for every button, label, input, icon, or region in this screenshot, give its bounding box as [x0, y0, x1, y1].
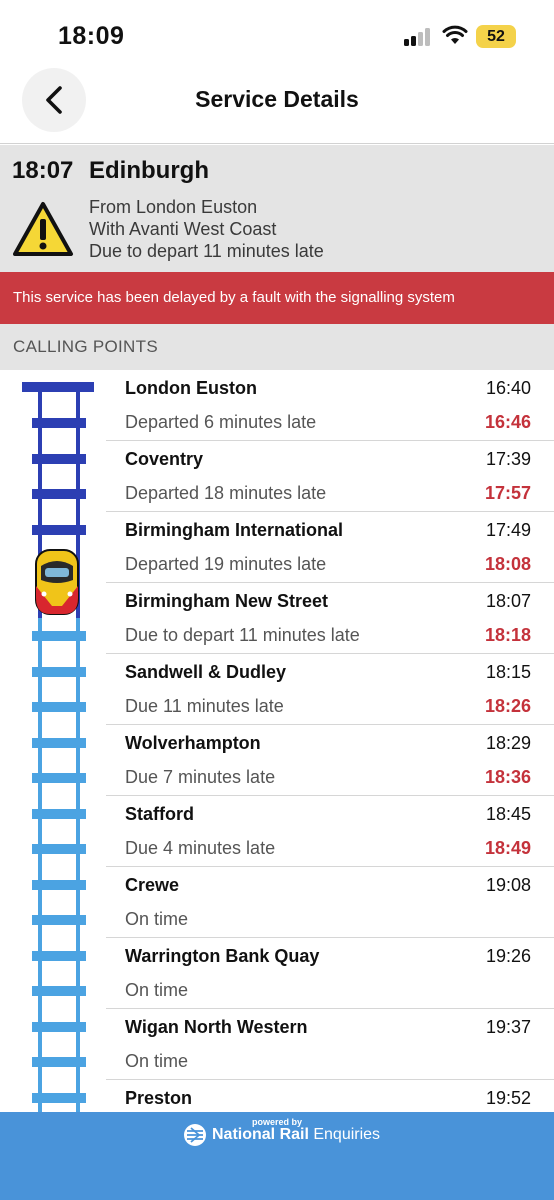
- brand-bold: National Rail: [212, 1126, 309, 1143]
- running-status: Departed 19 minutes late: [125, 554, 327, 574]
- calling-point-row[interactable]: Wigan North Western 19:37 On time: [106, 1009, 554, 1080]
- track-sleeper: [32, 702, 86, 712]
- scheduled-time: 19:37: [485, 1017, 531, 1037]
- disruption-alert: This service has been delayed by a fault…: [0, 272, 554, 324]
- track-sleeper: [32, 773, 86, 783]
- actual-time: 17:57: [484, 483, 531, 503]
- running-status: Due to depart 11 minutes late: [125, 625, 360, 645]
- station-name: Coventry: [125, 449, 204, 469]
- station-name: Crewe: [125, 875, 180, 895]
- station-name: Wolverhampton: [125, 733, 261, 753]
- station-name: Wigan North Western: [125, 1017, 308, 1037]
- station-name: Birmingham New Street: [125, 591, 329, 611]
- scheduled-time: 18:29: [485, 733, 531, 753]
- track-end-buffer: [22, 382, 94, 392]
- calling-points-list: London Euston 16:40 Departed 6 minutes l…: [106, 370, 554, 1112]
- calling-points-heading: CALLING POINTS: [0, 324, 554, 370]
- scheduled-time: 19:08: [485, 875, 531, 895]
- status-bar: 18:09 52: [0, 0, 554, 70]
- status-time: 18:09: [58, 22, 125, 50]
- scheduled-time: 18:07: [485, 591, 531, 611]
- scheduled-time: 17:39: [485, 449, 531, 469]
- scheduled-time: 17:49: [485, 520, 531, 540]
- service-destination: Edinburgh: [89, 157, 209, 184]
- wifi-icon: [442, 25, 468, 44]
- scheduled-time: 19:26: [485, 946, 531, 966]
- station-name: Birmingham International: [125, 520, 344, 540]
- scheduled-time: 18:15: [485, 662, 531, 682]
- actual-time: 18:18: [484, 625, 531, 645]
- station-name: London Euston: [125, 378, 257, 398]
- rail: [38, 618, 42, 1112]
- calling-point-row[interactable]: Birmingham International 17:49 Departed …: [106, 512, 554, 583]
- track-sleeper: [32, 808, 86, 819]
- national-rail-brand[interactable]: National Rail Enquiries: [212, 1126, 380, 1144]
- track-sleeper: [32, 1092, 86, 1103]
- service-summary: 18:07 Edinburgh From London Euston With …: [0, 145, 554, 272]
- track-sleeper: [32, 453, 86, 464]
- page-title: Service Details: [195, 86, 359, 112]
- rail: [76, 618, 80, 1112]
- track-sleeper: [32, 418, 86, 428]
- station-name: Sandwell & Dudley: [125, 662, 287, 682]
- calling-point-row[interactable]: Preston 19:52: [106, 1080, 554, 1112]
- footer-banner: powered by National Rail Enquiries: [0, 1112, 554, 1200]
- actual-time: 18:26: [484, 696, 531, 716]
- actual-time: 16:46: [484, 412, 531, 432]
- route-track: [0, 370, 106, 1112]
- track-sleeper: [32, 1057, 86, 1067]
- scheduled-time: 18:45: [485, 804, 531, 824]
- running-status: Departed 18 minutes late: [125, 483, 327, 503]
- actual-time: 18:36: [484, 767, 531, 787]
- service-time: 18:07: [12, 157, 74, 184]
- battery-indicator: 52: [476, 25, 516, 48]
- service-delay-status: Due to depart 11 minutes late: [89, 241, 324, 261]
- station-name: Preston: [125, 1088, 193, 1108]
- service-origin: From London Euston: [89, 197, 258, 217]
- track-sleeper: [32, 737, 86, 748]
- running-status: Due 11 minutes late: [125, 696, 284, 716]
- track-sleeper: [32, 1021, 86, 1032]
- calling-point-row[interactable]: Warrington Bank Quay 19:26 On time: [106, 938, 554, 1009]
- calling-point-row[interactable]: London Euston 16:40 Departed 6 minutes l…: [106, 370, 554, 441]
- track-sleeper: [32, 950, 86, 961]
- station-name: Warrington Bank Quay: [125, 946, 320, 966]
- track-sleeper: [32, 524, 86, 535]
- warning-icon: [13, 202, 73, 256]
- track-sleeper: [32, 844, 86, 854]
- running-status: On time: [125, 1051, 189, 1071]
- train-icon: [35, 549, 79, 615]
- track-sleeper: [32, 986, 86, 996]
- app-header: Service Details: [0, 68, 554, 144]
- calling-point-row[interactable]: Coventry 17:39 Departed 18 minutes late …: [106, 441, 554, 512]
- brand-light: Enquiries: [308, 1126, 381, 1143]
- running-status: On time: [125, 980, 189, 1000]
- running-status: Due 7 minutes late: [125, 767, 276, 787]
- track-sleeper: [32, 666, 86, 677]
- calling-point-row[interactable]: Birmingham New Street 18:07 Due to depar…: [106, 583, 554, 654]
- calling-point-row[interactable]: Sandwell & Dudley 18:15 Due 11 minutes l…: [106, 654, 554, 725]
- station-name: Stafford: [125, 804, 194, 824]
- scheduled-time: 19:52: [485, 1088, 531, 1108]
- actual-time: 18:08: [484, 554, 531, 574]
- track-sleeper: [32, 489, 86, 499]
- calling-point-row[interactable]: Stafford 18:45 Due 4 minutes late 18:49: [106, 796, 554, 867]
- running-status: Departed 6 minutes late: [125, 412, 317, 432]
- track-sleeper: [32, 915, 86, 925]
- actual-time: 18:49: [484, 838, 531, 858]
- signal-icon: [404, 28, 434, 46]
- running-status: On time: [125, 909, 189, 929]
- track-sleeper: [32, 879, 86, 890]
- running-status: Due 4 minutes late: [125, 838, 276, 858]
- calling-point-row[interactable]: Wolverhampton 18:29 Due 7 minutes late 1…: [106, 725, 554, 796]
- service-operator: With Avanti West Coast: [89, 219, 277, 239]
- national-rail-logo-icon: [184, 1124, 206, 1146]
- track-sleeper: [32, 631, 86, 641]
- scheduled-time: 16:40: [485, 378, 531, 398]
- calling-point-row[interactable]: Crewe 19:08 On time: [106, 867, 554, 938]
